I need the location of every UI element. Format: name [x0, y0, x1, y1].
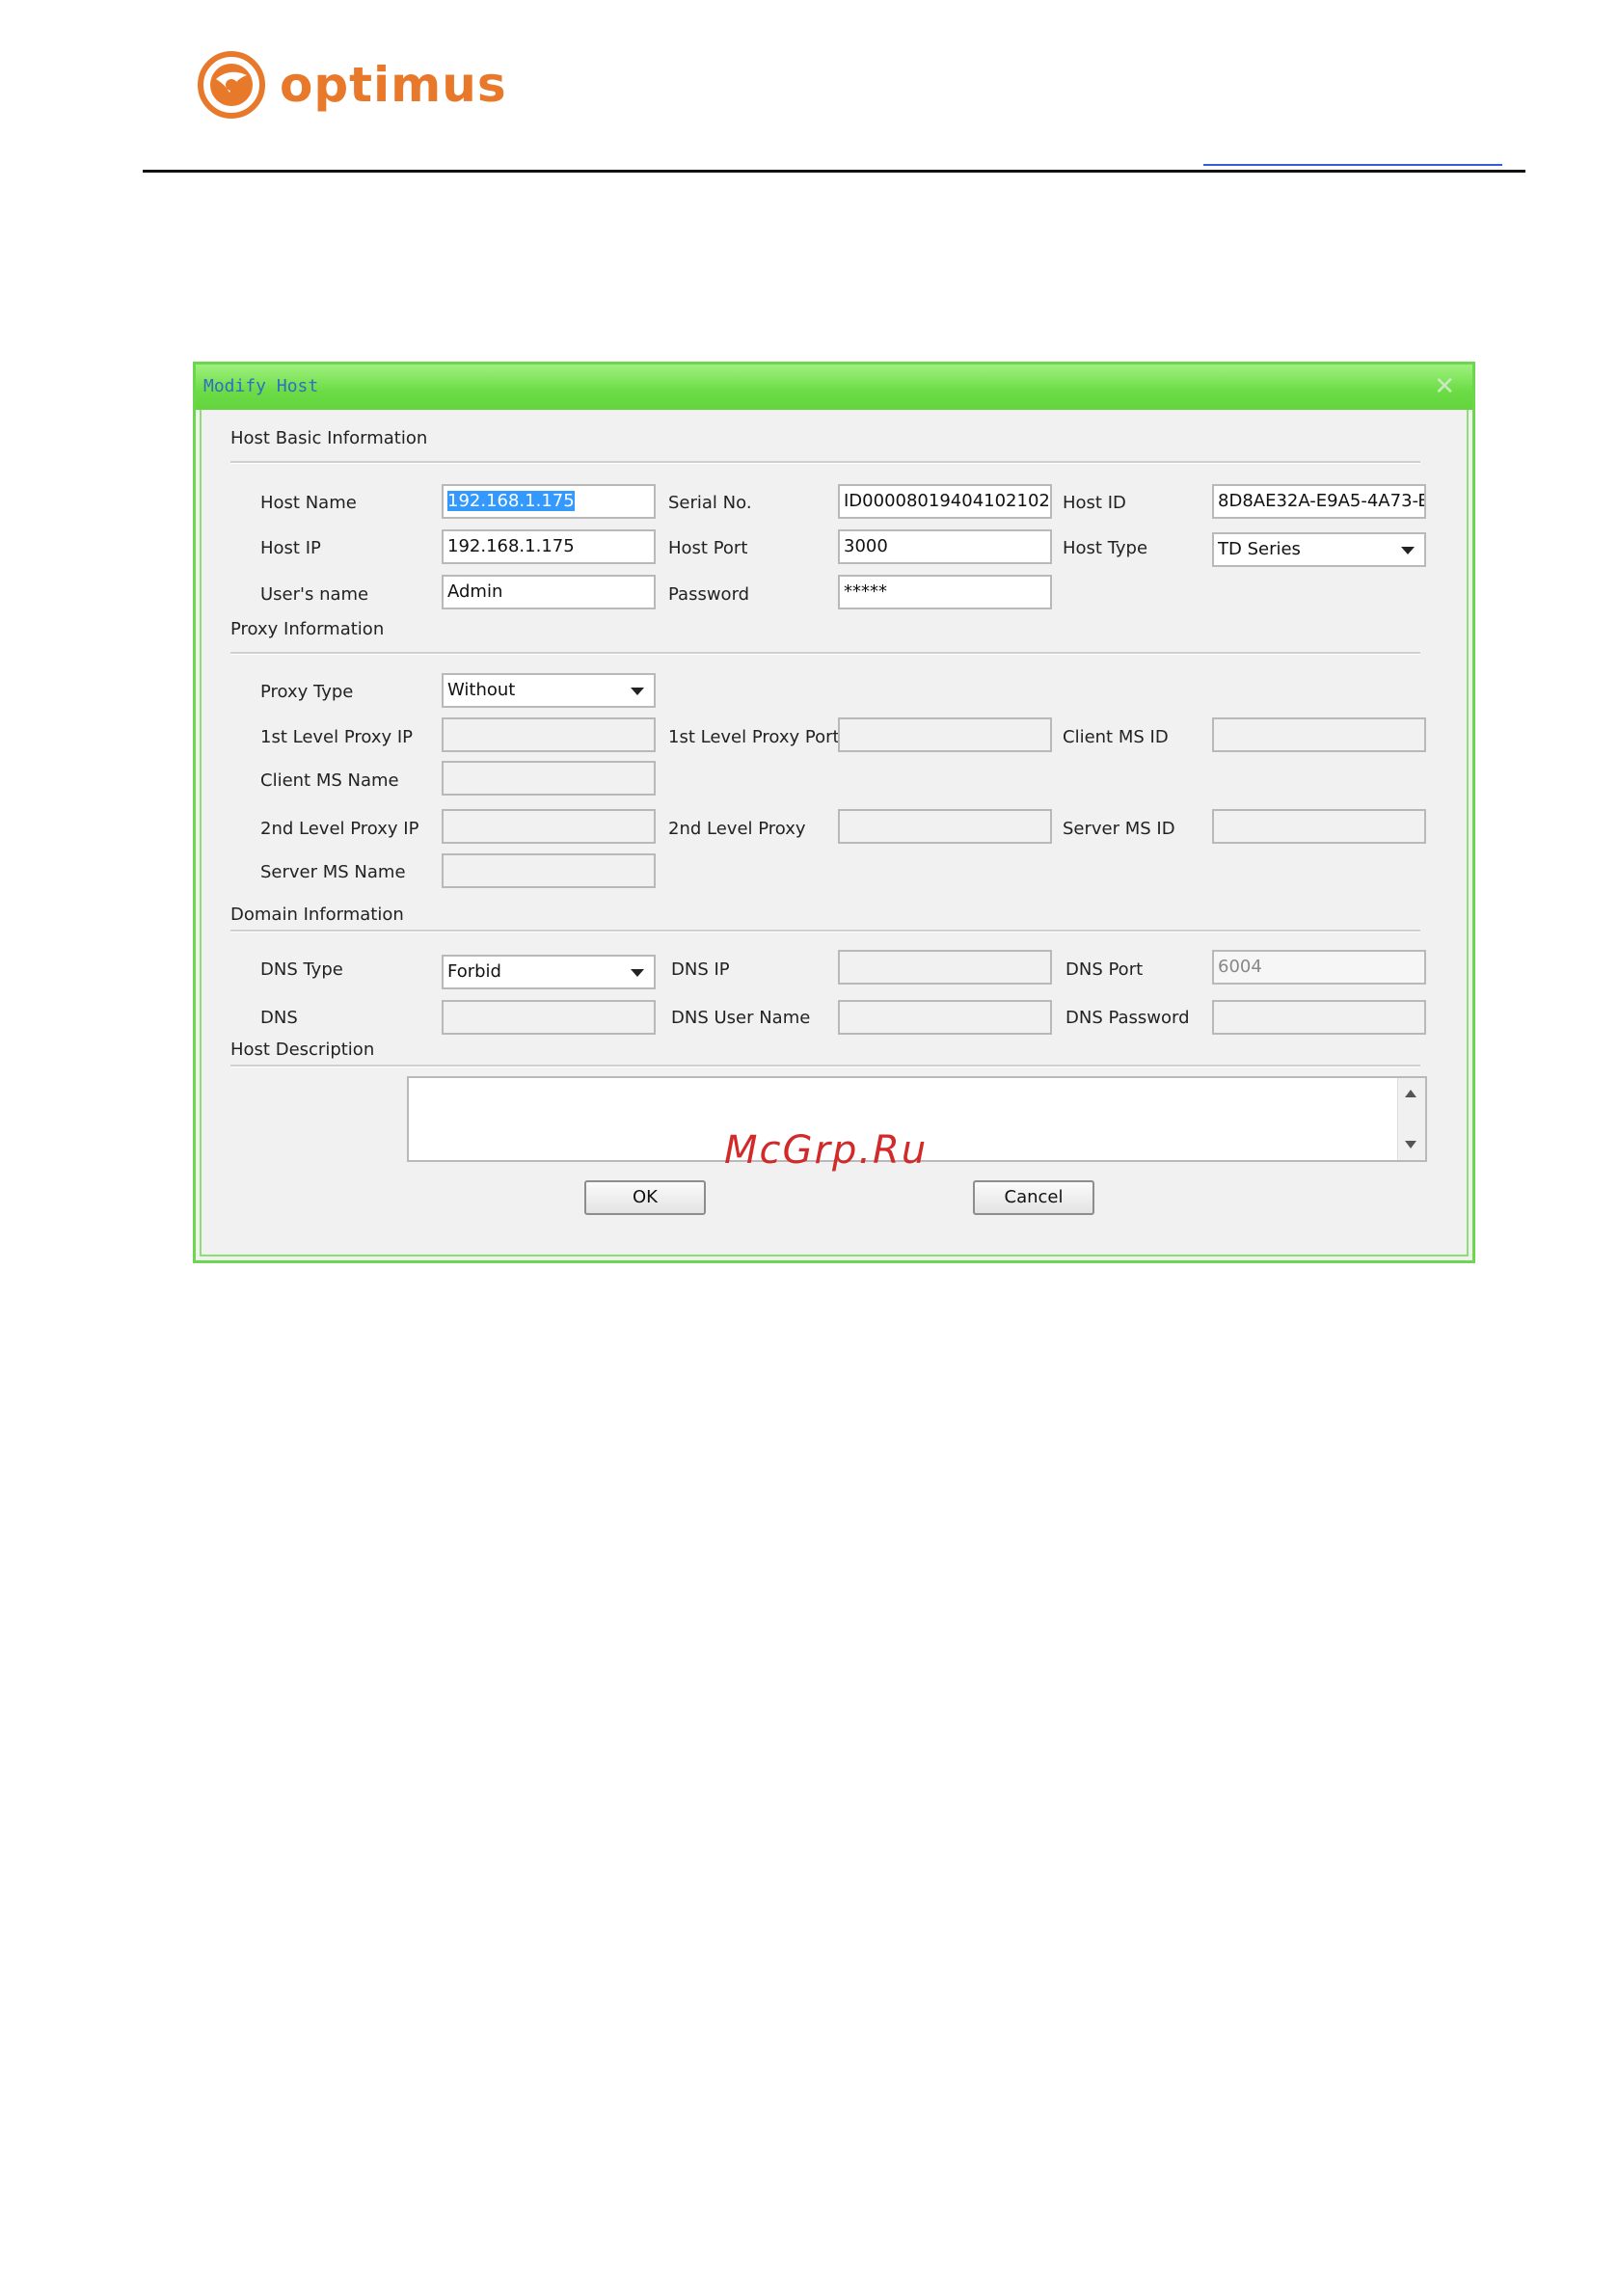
host-ip-input[interactable]: 192.168.1.175: [442, 529, 656, 564]
server-ms-id-input[interactable]: [1212, 809, 1426, 844]
section-domain-title: Domain Information: [230, 905, 404, 925]
password-input[interactable]: *****: [838, 575, 1052, 609]
client-ms-name-input[interactable]: [442, 761, 656, 796]
description-scrollbar[interactable]: [1397, 1078, 1425, 1160]
close-icon[interactable]: ✕: [1434, 372, 1455, 401]
host-type-value: TD Series: [1218, 539, 1301, 559]
l1-proxy-port-input[interactable]: [838, 717, 1052, 752]
dns-ip-input[interactable]: [838, 950, 1052, 985]
host-ip-label: Host IP: [260, 538, 321, 558]
modify-host-dialog: Modify Host ✕ Host Basic Information Hos…: [193, 362, 1475, 1263]
ok-button[interactable]: OK: [584, 1180, 706, 1215]
section-basic-divider: [230, 461, 1420, 464]
dns-type-label: DNS Type: [260, 959, 343, 980]
host-id-input[interactable]: 8D8AE32A-E9A5-4A73-BE: [1212, 484, 1426, 519]
l2-proxy-ip-input[interactable]: [442, 809, 656, 844]
dns-label: DNS: [260, 1008, 298, 1028]
l1-proxy-ip-label: 1st Level Proxy IP: [260, 727, 414, 747]
proxy-type-value: Without: [447, 680, 516, 700]
server-ms-id-label: Server MS ID: [1063, 819, 1175, 839]
watermark-text: McGrp.Ru: [724, 1128, 929, 1173]
l2-proxy-ip-label: 2nd Level Proxy IP: [260, 819, 419, 839]
serial-no-input[interactable]: ID0000801940410210240: [838, 484, 1052, 519]
client-ms-id-label: Client MS ID: [1063, 727, 1169, 747]
brand-logo: optimus: [197, 50, 507, 120]
section-basic-title: Host Basic Information: [230, 428, 428, 448]
chevron-down-icon[interactable]: [631, 969, 644, 977]
optimus-logo-icon: [198, 51, 265, 119]
host-name-value: 192.168.1.175: [447, 491, 575, 511]
brand-name: optimus: [280, 57, 507, 113]
dns-type-select[interactable]: Forbid: [442, 955, 656, 989]
section-description-title: Host Description: [230, 1040, 375, 1060]
host-id-label: Host ID: [1063, 493, 1126, 513]
l2-proxy-input[interactable]: [838, 809, 1052, 844]
dns-user-name-label: DNS User Name: [671, 1008, 811, 1028]
header-divider: [143, 170, 1525, 173]
l1-proxy-ip-input[interactable]: [442, 717, 656, 752]
scroll-down-icon[interactable]: [1405, 1141, 1416, 1148]
host-port-label: Host Port: [668, 538, 748, 558]
host-type-label: Host Type: [1063, 538, 1148, 558]
dialog-title: Modify Host: [203, 376, 319, 396]
dns-ip-label: DNS IP: [671, 959, 730, 980]
dns-input[interactable]: [442, 1000, 656, 1035]
dns-password-input[interactable]: [1212, 1000, 1426, 1035]
chevron-down-icon[interactable]: [631, 688, 644, 695]
client-ms-id-input[interactable]: [1212, 717, 1426, 752]
cancel-button[interactable]: Cancel: [973, 1180, 1094, 1215]
user-name-input[interactable]: Admin: [442, 575, 656, 609]
server-ms-name-input[interactable]: [442, 853, 656, 888]
dns-user-name-input[interactable]: [838, 1000, 1052, 1035]
client-ms-name-label: Client MS Name: [260, 770, 399, 791]
host-type-select[interactable]: TD Series: [1212, 532, 1426, 567]
dialog-titlebar[interactable]: Modify Host ✕: [196, 365, 1472, 410]
user-name-label: User's name: [260, 584, 369, 605]
section-proxy-title: Proxy Information: [230, 619, 385, 639]
dns-port-input[interactable]: 6004: [1212, 950, 1426, 985]
dns-password-label: DNS Password: [1065, 1008, 1190, 1028]
section-description-divider: [230, 1065, 1420, 1067]
host-name-input[interactable]: 192.168.1.175: [442, 484, 656, 519]
host-port-input[interactable]: 3000: [838, 529, 1052, 564]
dns-port-label: DNS Port: [1065, 959, 1144, 980]
l1-proxy-port-label: 1st Level Proxy Port: [668, 727, 840, 747]
server-ms-name-label: Server MS Name: [260, 862, 406, 882]
host-name-label: Host Name: [260, 493, 357, 513]
section-domain-divider: [230, 930, 1420, 932]
chevron-down-icon[interactable]: [1401, 547, 1415, 554]
password-label: Password: [668, 584, 750, 605]
serial-no-label: Serial No.: [668, 493, 752, 513]
proxy-type-select[interactable]: Without: [442, 673, 656, 708]
scroll-up-icon[interactable]: [1405, 1090, 1416, 1097]
dns-type-value: Forbid: [447, 961, 501, 982]
proxy-type-label: Proxy Type: [260, 682, 354, 702]
l2-proxy-label: 2nd Level Proxy: [668, 819, 806, 839]
header-link[interactable]: [1203, 164, 1502, 166]
section-proxy-divider: [230, 652, 1420, 655]
